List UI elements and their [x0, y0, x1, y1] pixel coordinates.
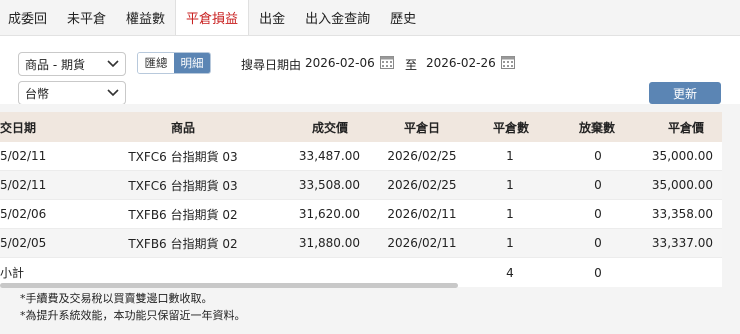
close-qty-cell: 1 [506, 207, 514, 221]
view-toggle: 匯總 明細 [137, 52, 211, 74]
product-select-value: 商品 - 期貨 [25, 57, 85, 72]
close-price-cell: 35,000.00 [651, 178, 713, 192]
header-product: 商品 [170, 120, 195, 135]
header-close-date: 平倉日 [403, 120, 440, 135]
tab-bar: 成委回 未平倉 權益數 平倉損益 出金 出入金查詢 歷史 [0, 0, 740, 36]
close-date-cell: 2026/02/25 [387, 149, 457, 163]
header-trade-price: 成交價 [311, 120, 348, 135]
product-select[interactable]: 商品 - 期貨 [18, 52, 126, 76]
horizontal-scrollbar[interactable] [0, 283, 722, 288]
chevron-down-icon [107, 89, 119, 97]
table-row[interactable]: 5/02/11 TXFC6 台指期貨 03 33,508.00 2026/02/… [0, 171, 722, 200]
date-to-input[interactable]: 2026-02-26 [426, 56, 496, 70]
closed-pnl-table: 交日期 商品 成交價 平倉日 平倉數 放棄數 平倉價 5/02/11 TXFC6… [0, 112, 722, 287]
header-abandon-qty: 放棄數 [578, 120, 615, 135]
detail-view-button[interactable]: 明細 [174, 53, 210, 73]
trade-date-cell: 5/02/05 [0, 236, 47, 250]
tab-withdraw[interactable]: 出金 [249, 0, 295, 35]
tab-transfer-query[interactable]: 出入金查詢 [295, 0, 380, 35]
date-to-label: 至 [405, 58, 418, 72]
table-row[interactable]: 5/02/06 TXFB6 台指期貨 02 31,620.00 2026/02/… [0, 200, 722, 229]
close-date-cell: 2026/02/25 [387, 178, 457, 192]
footnote-fees: *手續費及交易稅以買賣雙邊口數收取。 [20, 292, 213, 305]
calendar-icon[interactable] [501, 56, 515, 69]
trade-price-cell: 31,880.00 [298, 236, 360, 250]
date-from-input[interactable]: 2026-02-06 [305, 56, 375, 70]
product-cell: TXFB6 台指期貨 02 [128, 207, 238, 222]
close-price-cell: 35,000.00 [651, 149, 713, 163]
header-close-qty: 平倉數 [492, 120, 529, 135]
trade-price-cell: 33,508.00 [298, 178, 360, 192]
table-row[interactable]: 5/02/11 TXFC6 台指期貨 03 33,487.00 2026/02/… [0, 142, 722, 171]
trade-price-cell: 33,487.00 [298, 149, 360, 163]
currency-select-value: 台幣 [25, 86, 50, 101]
tab-closed-pnl[interactable]: 平倉損益 [175, 0, 250, 35]
tab-open-positions[interactable]: 未平倉 [57, 0, 116, 35]
results-panel: 交日期 商品 成交價 平倉日 平倉數 放棄數 平倉價 5/02/11 TXFC6… [0, 104, 740, 334]
date-range-label: 搜尋日期由 [241, 58, 302, 72]
trade-date-cell: 5/02/11 [0, 178, 47, 192]
chevron-down-icon [107, 60, 119, 68]
trade-price-cell: 31,620.00 [298, 207, 360, 221]
tab-equity[interactable]: 權益數 [116, 0, 175, 35]
header-close-price: 平倉價 [667, 120, 704, 135]
footnote-retention: *為提升系統效能，本功能只保留近一年資料。 [20, 309, 246, 322]
abandon-qty-cell: 0 [594, 236, 602, 250]
refresh-button[interactable]: 更新 [649, 82, 721, 104]
currency-select[interactable]: 台幣 [18, 81, 126, 105]
product-cell: TXFC6 台指期貨 03 [128, 178, 238, 193]
close-price-cell: 33,337.00 [651, 236, 713, 250]
calendar-icon[interactable] [380, 56, 394, 69]
close-price-cell: 33,358.00 [651, 207, 713, 221]
product-cell: TXFC6 台指期貨 03 [128, 149, 238, 164]
abandon-qty-cell: 0 [594, 207, 602, 221]
scrollbar-thumb[interactable] [0, 283, 458, 288]
abandon-qty-cell: 0 [594, 178, 602, 192]
trade-date-cell: 5/02/06 [0, 207, 47, 221]
header-trade-date: 交日期 [0, 120, 37, 135]
abandon-qty-cell: 0 [594, 149, 602, 163]
summary-view-button[interactable]: 匯總 [138, 53, 174, 73]
filter-bar: 商品 - 期貨 台幣 匯總 明細 搜尋日期由 2026-02-06 至 2026… [0, 36, 740, 114]
close-qty-cell: 1 [506, 178, 514, 192]
close-qty-cell: 1 [506, 236, 514, 250]
trade-date-cell: 5/02/11 [0, 149, 47, 163]
table-header: 交日期 商品 成交價 平倉日 平倉數 放棄數 平倉價 [0, 112, 722, 142]
product-cell: TXFB6 台指期貨 02 [128, 236, 238, 251]
close-qty-cell: 1 [506, 149, 514, 163]
footnotes: *手續費及交易稅以買賣雙邊口數收取。 *為提升系統效能，本功能只保留近一年資料。 [20, 290, 246, 324]
close-date-cell: 2026/02/11 [387, 236, 457, 250]
tab-orders[interactable]: 成委回 [0, 0, 57, 35]
table-row[interactable]: 5/02/05 TXFB6 台指期貨 02 31,880.00 2026/02/… [0, 229, 722, 258]
tab-history[interactable]: 歷史 [380, 0, 426, 35]
close-date-cell: 2026/02/11 [387, 207, 457, 221]
